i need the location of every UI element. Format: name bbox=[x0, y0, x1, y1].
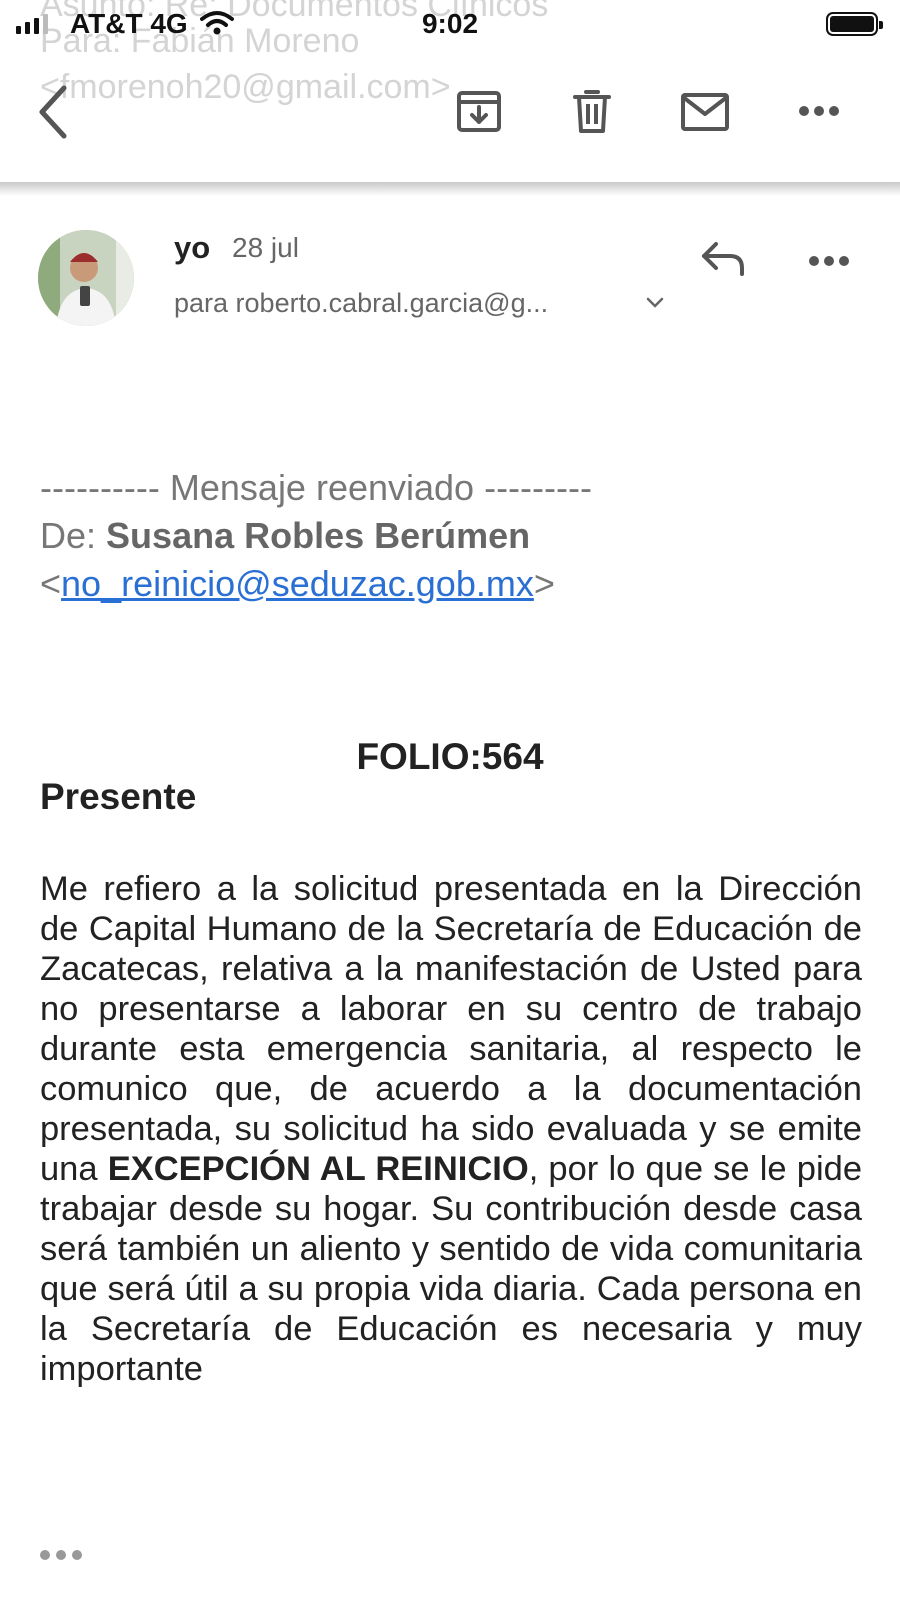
archive-icon[interactable] bbox=[456, 88, 502, 139]
reply-icon[interactable] bbox=[700, 238, 748, 283]
body-text-part1: Me refiero a la solicitud presentada en … bbox=[40, 870, 862, 1188]
forward-separator: ---------- Mensaje reenviado --------- bbox=[40, 467, 592, 508]
email-open-bracket: < bbox=[40, 563, 62, 604]
chevron-down-icon[interactable] bbox=[646, 296, 664, 314]
message-date: 28 jul bbox=[232, 232, 299, 263]
from-label: De: bbox=[40, 515, 97, 556]
trash-icon[interactable] bbox=[572, 88, 612, 139]
message-body: Me refiero a la solicitud presentada en … bbox=[40, 869, 862, 1389]
show-trimmed-content-button[interactable] bbox=[40, 1550, 82, 1560]
toolbar-divider bbox=[0, 182, 900, 196]
toolbar bbox=[0, 50, 900, 180]
message-more-icon[interactable] bbox=[808, 254, 850, 272]
status-time: 9:02 bbox=[421, 8, 479, 39]
recipient-summary[interactable]: para roberto.cabral.garcia@g... bbox=[174, 288, 548, 319]
from-email-link[interactable]: no_reinicio@seduzac.gob.mx bbox=[61, 563, 534, 604]
battery-icon bbox=[826, 12, 883, 36]
more-icon[interactable] bbox=[798, 104, 840, 122]
folio-heading: FOLIO:564 bbox=[356, 736, 544, 777]
greeting: Presente bbox=[40, 776, 197, 817]
message-header: yo 28 jul para roberto.cabral.garcia@g..… bbox=[0, 200, 900, 340]
from-name: Susana Robles Berúmen bbox=[106, 515, 531, 556]
forward-from-email: <no_reinicio@seduzac.gob.mx> bbox=[40, 560, 870, 608]
mail-icon[interactable] bbox=[680, 92, 730, 137]
avatar[interactable] bbox=[38, 230, 134, 326]
email-close-bracket: > bbox=[533, 563, 555, 604]
status-bar: AT&T 4G 9:02 bbox=[0, 0, 900, 50]
sender-name: yo bbox=[174, 230, 211, 265]
body-emphasis: EXCEPCIÓN AL REINICIO bbox=[107, 1150, 529, 1188]
back-icon[interactable] bbox=[36, 84, 70, 145]
forwarded-header: ---------- Mensaje reenviado --------- D… bbox=[40, 464, 870, 608]
forward-from: De: Susana Robles Berúmen bbox=[40, 512, 870, 560]
